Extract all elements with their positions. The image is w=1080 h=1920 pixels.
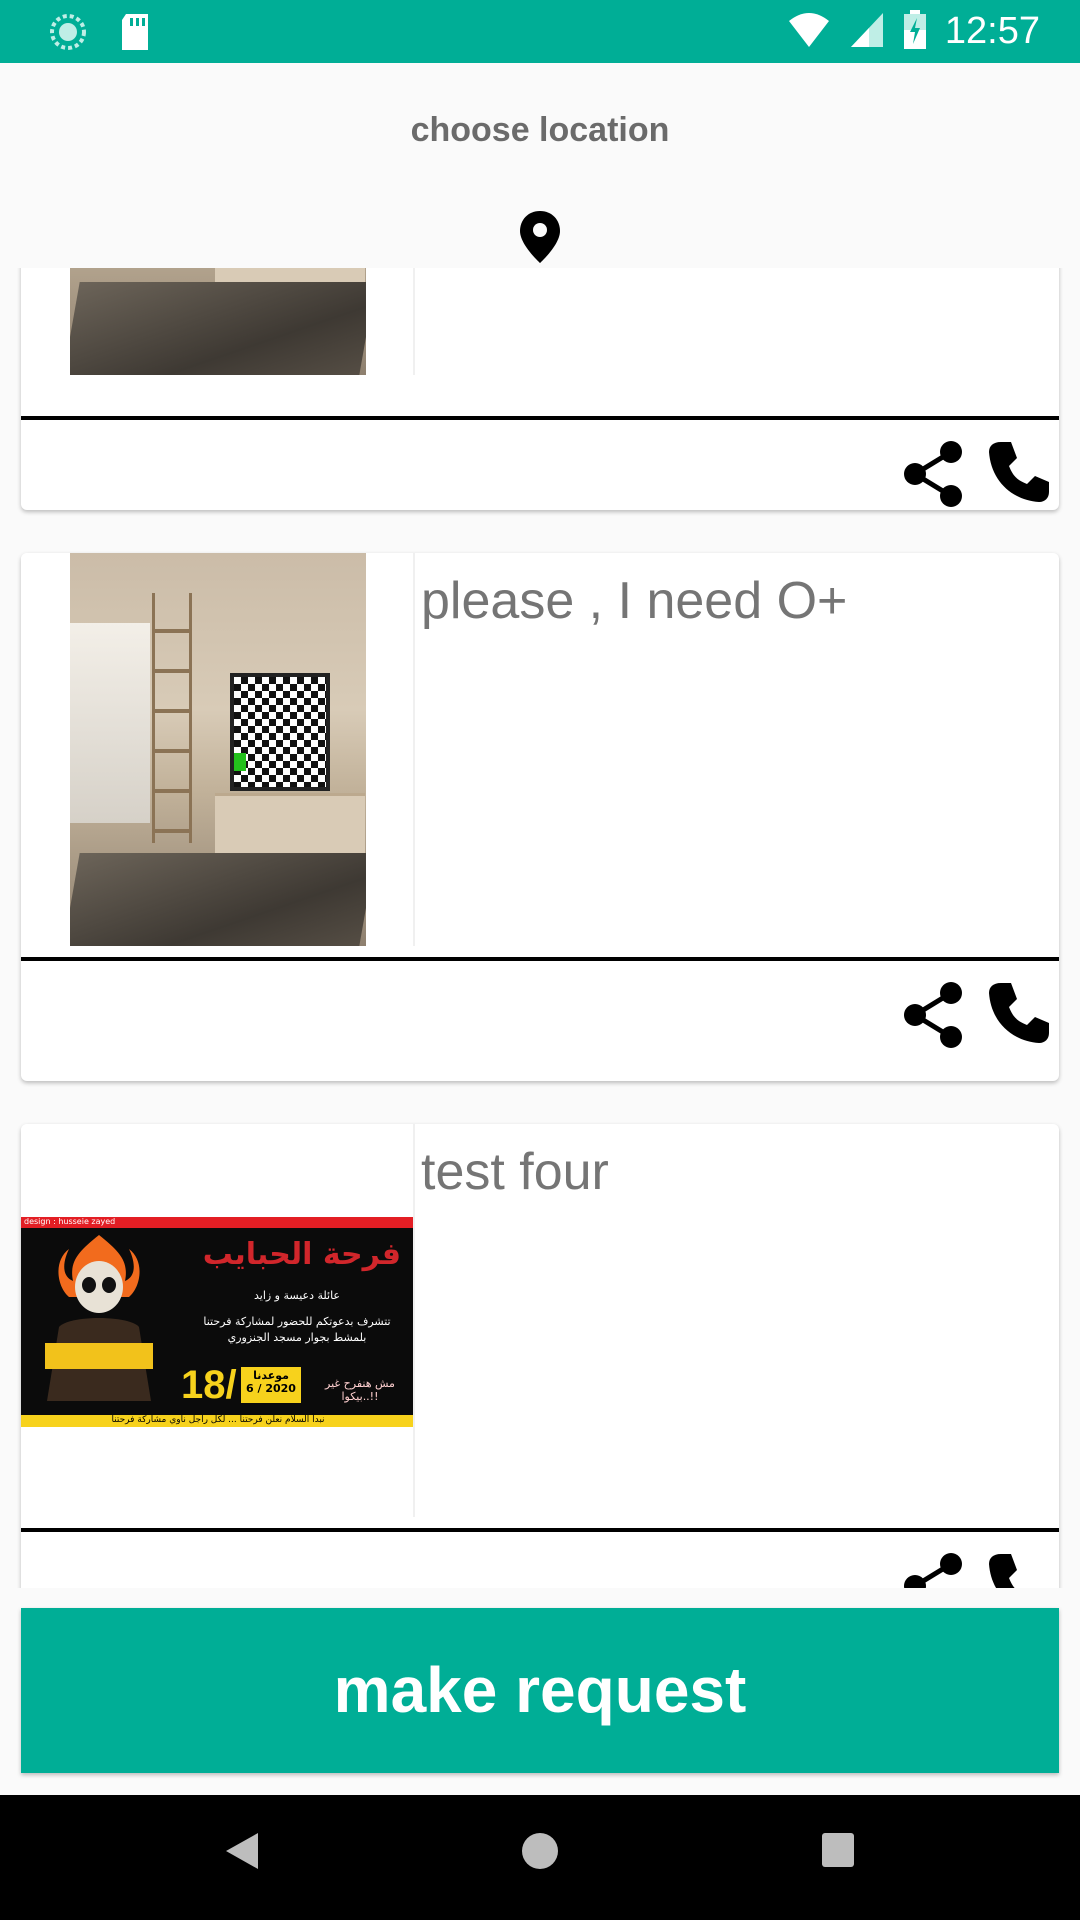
post-card bbox=[21, 268, 1059, 510]
posts-list[interactable]: please , I need O+ design : husseie zaye… bbox=[0, 268, 1080, 1588]
poster-date-label: موعدنا bbox=[253, 1369, 289, 1382]
post-image[interactable]: design : husseie zayed فرحة الحبايب عائل… bbox=[21, 1124, 415, 1517]
recents-icon[interactable] bbox=[820, 1831, 856, 1873]
event-poster: design : husseie zayed فرحة الحبايب عائل… bbox=[21, 1217, 413, 1427]
card-actions bbox=[903, 981, 1051, 1053]
header: choose location bbox=[0, 63, 1080, 268]
phone-icon[interactable] bbox=[987, 981, 1051, 1053]
skull-fire-logo bbox=[45, 1235, 153, 1401]
poster-line: تتشرف بدعوتكم للحضور لمشاركة فرحتنا bbox=[203, 1315, 391, 1328]
card-actions bbox=[903, 1552, 1051, 1588]
wifi-icon bbox=[787, 11, 831, 53]
poster-line: بلمشط بجوار مسجد الجنزوري bbox=[227, 1331, 367, 1344]
post-description: please , I need O+ bbox=[421, 572, 848, 630]
sd-card-icon bbox=[118, 12, 152, 56]
tv-green-mark bbox=[234, 753, 246, 771]
room-photo bbox=[70, 553, 366, 946]
choose-location-label[interactable]: choose location bbox=[0, 111, 1080, 150]
home-icon[interactable] bbox=[520, 1831, 560, 1875]
card-divider bbox=[21, 1528, 1059, 1532]
bookshelf-shape bbox=[152, 593, 192, 843]
location-pin-icon[interactable] bbox=[516, 209, 564, 269]
poster-date-rest: 6 / 2020 bbox=[246, 1382, 296, 1395]
navigation-bar bbox=[0, 1795, 1080, 1920]
room-photo bbox=[70, 268, 366, 375]
back-icon[interactable] bbox=[224, 1831, 260, 1875]
card-divider bbox=[21, 416, 1059, 420]
battery-icon bbox=[903, 9, 927, 54]
share-icon[interactable] bbox=[903, 440, 965, 510]
share-icon[interactable] bbox=[903, 1552, 965, 1588]
post-card: design : husseie zayed فرحة الحبايب عائل… bbox=[21, 1124, 1059, 1588]
phone-icon[interactable] bbox=[987, 440, 1051, 510]
sync-icon bbox=[48, 12, 88, 56]
poster-line: عائلة دعيسة و زايد bbox=[253, 1289, 340, 1302]
window-shape bbox=[70, 623, 150, 823]
poster-credit: design : husseie zayed bbox=[24, 1217, 116, 1226]
poster-date-box: موعدنا 6 / 2020 bbox=[241, 1367, 301, 1403]
post-description: test four bbox=[421, 1143, 609, 1201]
rug-shape bbox=[70, 853, 366, 946]
poster-date-day: 18/ bbox=[181, 1363, 237, 1407]
status-clock: 12:57 bbox=[944, 10, 1040, 52]
make-request-button[interactable]: make request bbox=[21, 1608, 1059, 1773]
post-image[interactable] bbox=[21, 268, 415, 375]
card-actions bbox=[903, 440, 1051, 510]
post-card: please , I need O+ bbox=[21, 553, 1059, 1081]
post-image[interactable] bbox=[21, 553, 415, 946]
rug-shape bbox=[70, 282, 366, 375]
card-divider bbox=[21, 957, 1059, 961]
phone-icon[interactable] bbox=[987, 1552, 1051, 1588]
tv-shape bbox=[230, 673, 330, 791]
status-bar: 12:57 bbox=[0, 0, 1080, 63]
poster-bottom-line: نبدأ السلام نعلن فرحتنا ... لكل راجل ناو… bbox=[21, 1415, 413, 1427]
poster-line: مش هنفرح غير بيكوا..!! bbox=[325, 1377, 395, 1403]
signal-icon bbox=[849, 11, 885, 53]
poster-title: فرحة الحبايب bbox=[202, 1237, 401, 1272]
share-icon[interactable] bbox=[903, 981, 965, 1053]
